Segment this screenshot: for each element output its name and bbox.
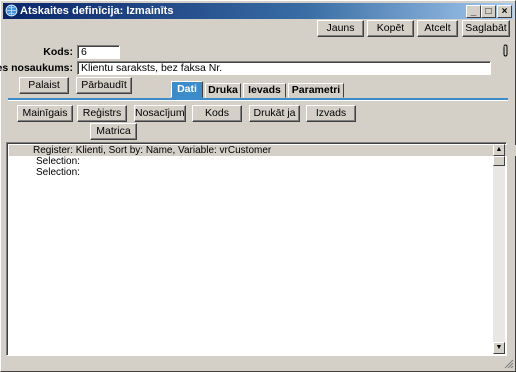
matrix-button[interactable]: Matrica bbox=[90, 123, 137, 140]
code-button[interactable]: Kods bbox=[192, 105, 242, 122]
variable-button[interactable]: Mainīgais bbox=[17, 105, 73, 122]
check-button[interactable]: Pārbaudīt bbox=[76, 77, 132, 94]
paperclip-icon[interactable] bbox=[501, 44, 510, 58]
new-button[interactable]: Jauns bbox=[317, 20, 364, 37]
copy-button[interactable]: Kopēt bbox=[367, 20, 414, 37]
title-bar[interactable]: Atskaites definīcija: Izmainīts _ □ × bbox=[3, 3, 513, 19]
output-button[interactable]: Izvads bbox=[306, 105, 356, 122]
vertical-scrollbar[interactable]: ▲ ▼ bbox=[493, 144, 505, 354]
code-field[interactable]: 6 bbox=[77, 45, 120, 59]
tab-input[interactable]: Ievads bbox=[243, 83, 286, 98]
app-globe-icon bbox=[5, 4, 18, 17]
scroll-down-icon[interactable]: ▼ bbox=[493, 342, 505, 354]
minimize-button[interactable]: _ bbox=[466, 5, 481, 18]
maximize-button[interactable]: □ bbox=[481, 5, 496, 18]
save-button[interactable]: Saglabāt bbox=[462, 20, 510, 37]
tab-print[interactable]: Druka bbox=[205, 83, 241, 98]
cancel-button[interactable]: Atcelt bbox=[417, 20, 458, 37]
resize-grip-icon[interactable] bbox=[504, 359, 514, 369]
scroll-up-icon[interactable]: ▲ bbox=[493, 144, 505, 156]
report-definition-window: Atskaites definīcija: Izmainīts _ □ × Ja… bbox=[0, 0, 516, 372]
report-name-field[interactable]: Klientu saraksts, bez faksa Nr. bbox=[77, 61, 491, 75]
scroll-thumb[interactable] bbox=[493, 156, 505, 166]
tab-underline-highlight bbox=[8, 100, 508, 101]
list-item[interactable]: Selection: bbox=[9, 156, 80, 167]
condition-button[interactable]: Nosacījums bbox=[134, 105, 186, 122]
definition-list[interactable]: Register: Klienti, Sort by: Name, Variab… bbox=[6, 142, 516, 356]
list-item[interactable]: Register: Klienti, Sort by: Name, Variab… bbox=[9, 145, 516, 156]
list-item[interactable]: Selection: bbox=[9, 167, 80, 178]
print-if-button[interactable]: Drukāt ja bbox=[249, 105, 300, 122]
tab-parameters[interactable]: Parametri bbox=[288, 83, 344, 98]
run-button[interactable]: Palaist bbox=[19, 77, 69, 94]
tab-data[interactable]: Dati bbox=[171, 81, 203, 98]
report-name-label: caites nosaukums: bbox=[0, 62, 73, 74]
window-title: Atskaites definīcija: Izmainīts bbox=[20, 5, 174, 17]
close-button[interactable]: × bbox=[497, 5, 512, 18]
register-button[interactable]: Reģistrs bbox=[77, 105, 127, 122]
code-label: Kods: bbox=[43, 46, 73, 58]
